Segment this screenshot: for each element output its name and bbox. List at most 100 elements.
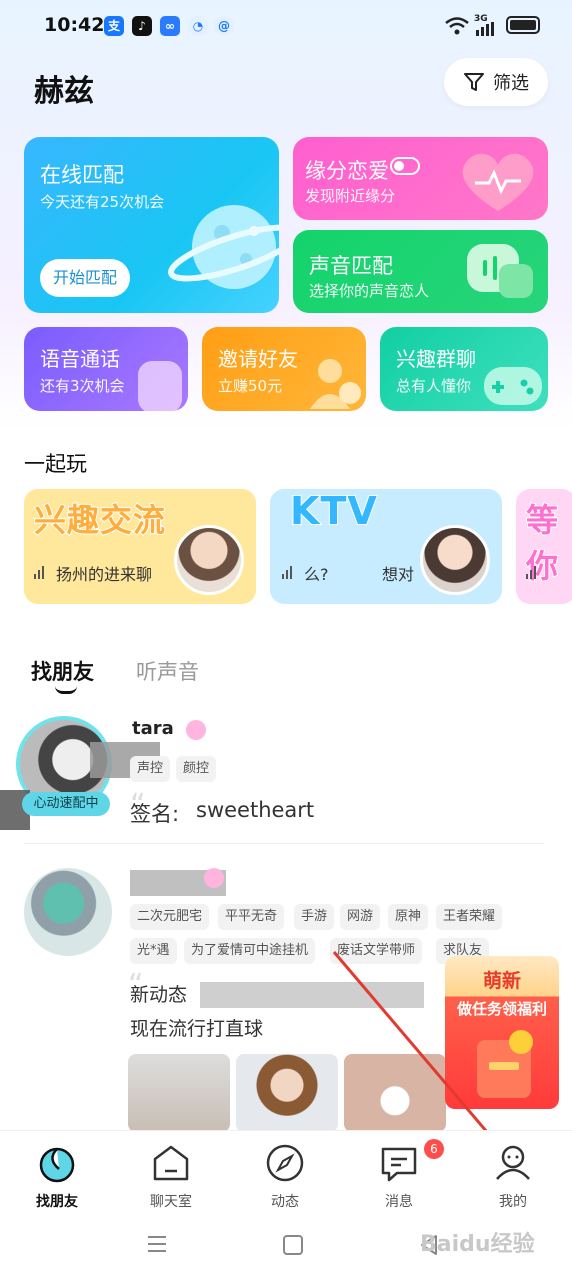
nav-label: 动态: [271, 1194, 299, 1210]
tag-chip: 声控: [130, 756, 171, 782]
alipay-icon: 支: [104, 16, 124, 36]
page-title: 赫兹: [34, 74, 94, 109]
profile-icon: [496, 1145, 530, 1180]
voice-bubble-icon: [467, 244, 533, 298]
tab-indicator: [55, 686, 77, 694]
avatar[interactable]: [24, 868, 112, 956]
avatar: [174, 525, 244, 595]
start-match-button[interactable]: 开始匹配: [40, 259, 130, 297]
online-match-subtitle: 今天还有25次机会: [40, 193, 165, 211]
interest-group-subtitle: 总有人懂你: [396, 377, 472, 395]
online-match-card[interactable]: 在线匹配 今天还有25次机会 开始匹配: [24, 137, 279, 313]
fate-love-subtitle: 发现附近缘分: [305, 187, 396, 205]
room-tag: 兴趣交流: [33, 500, 167, 540]
post-photo[interactable]: [344, 1054, 446, 1132]
invite-card[interactable]: 邀请好友 立赚50元: [202, 327, 366, 411]
voice-call-card[interactable]: 语音通话 还有3次机会: [24, 327, 188, 411]
filter-label: 筛选: [493, 73, 529, 94]
nav-item-chatroom[interactable]: 聊天室: [114, 1131, 228, 1215]
nav-label: 找朋友: [36, 1194, 78, 1210]
avatar: [420, 525, 490, 595]
friends-icon: [310, 359, 361, 409]
room-text: 想对: [382, 565, 415, 584]
tag-chip: 为了爱情可中途挂机: [184, 938, 316, 964]
filter-button[interactable]: 筛选: [444, 58, 548, 106]
nav-item-find-friends[interactable]: 找朋友: [0, 1131, 114, 1215]
quote-icon: “: [130, 788, 146, 823]
promo-banner[interactable]: 萌新 做任务领福利: [445, 956, 559, 1109]
status-bar: 10:42 支 ♪ ∞ ◔ @ 3G: [0, 0, 572, 52]
room-text: 扬州的进来聊: [56, 565, 153, 584]
signal-icon: [476, 22, 494, 36]
post-photo[interactable]: [128, 1054, 230, 1132]
interest-group-title: 兴趣群聊: [396, 347, 476, 371]
invite-subtitle: 立赚50元: [218, 377, 283, 395]
message-count-badge: 6: [424, 1139, 444, 1159]
fate-toggle[interactable]: [390, 157, 420, 175]
voice-match-card[interactable]: 声音匹配 选择你的声音恋人: [293, 230, 548, 313]
wifi-icon: [445, 17, 469, 35]
tag-chip: 光*遇: [130, 938, 177, 964]
home-square-icon[interactable]: [282, 1234, 304, 1256]
interest-group-card[interactable]: 兴趣群聊 总有人懂你: [380, 327, 548, 411]
nav-label: 我的: [499, 1194, 527, 1210]
matching-badge: 心动速配中: [22, 792, 110, 816]
menu-icon[interactable]: [146, 1234, 168, 1254]
invite-title: 邀请好友: [218, 347, 298, 371]
room-card-third[interactable]: 等你: [516, 489, 572, 604]
message-icon: [381, 1147, 417, 1182]
room-card-interest[interactable]: 兴趣交流 扬州的进来聊: [24, 489, 256, 604]
sound-wave-icon: [34, 565, 48, 579]
planet-icon: [168, 205, 279, 289]
room-text: 么?: [304, 565, 329, 584]
fate-love-title: 缘分恋爱: [305, 159, 389, 183]
online-match-title: 在线匹配: [40, 163, 124, 187]
tag-chip: 手游: [294, 904, 335, 930]
home-icon: [153, 1145, 189, 1181]
filter-icon: [464, 73, 484, 91]
signature-text: sweetheart: [196, 798, 315, 822]
mosaic-blur: [200, 982, 424, 1008]
tag-chip: 废话文学带师: [330, 938, 423, 964]
tag-chip: 网游: [340, 904, 381, 930]
tab-listen-voice[interactable]: 听声音: [136, 656, 199, 686]
nav-item-me[interactable]: 我的: [456, 1131, 570, 1215]
nav-label: 聊天室: [150, 1194, 192, 1210]
tag-chip: 王者荣耀: [436, 904, 503, 930]
red-envelope-icon: [477, 1030, 533, 1098]
post-text: 新动态: [130, 984, 188, 1006]
nav-label: 消息: [385, 1194, 413, 1210]
tag-chip: 原神: [388, 904, 429, 930]
gamepad-icon: [484, 367, 542, 405]
section-title-play: 一起玩: [24, 452, 87, 476]
bottom-nav: 找朋友 聊天室 动态 消息 我的: [0, 1130, 572, 1214]
promo-subtitle: 做任务领福利: [456, 1000, 547, 1018]
divider: [24, 843, 544, 844]
heart-icon: [462, 153, 534, 211]
user-card[interactable]: 心动速配中 tara 声控 颜控 签名: sweetheart “: [0, 706, 572, 842]
sound-wave-icon: [282, 565, 296, 579]
sound-wave-icon: [526, 565, 540, 579]
qq-browser-icon: ◔: [188, 16, 208, 36]
tab-find-friends[interactable]: 找朋友: [31, 656, 94, 686]
fate-love-card[interactable]: 缘分恋爱 发现附近缘分: [293, 137, 548, 220]
promo-title: 萌新: [482, 970, 521, 992]
battery-icon: [506, 16, 540, 34]
room-tag: KTV: [289, 489, 378, 534]
room-card-ktv[interactable]: KTV 么? 想对: [270, 489, 502, 604]
gender-icon: [204, 868, 224, 888]
watermark: Baidu经验: [420, 1232, 535, 1257]
voice-call-subtitle: 还有3次机会: [40, 377, 125, 395]
app-notify-icon: ∞: [160, 16, 180, 36]
tag-chip: 颜控: [176, 756, 217, 782]
tag-chip: 二次元肥宅: [130, 904, 210, 930]
nav-item-moments[interactable]: 动态: [228, 1131, 342, 1215]
find-friends-icon: [39, 1147, 75, 1183]
voice-match-title: 声音匹配: [309, 254, 393, 278]
voice-match-subtitle: 选择你的声音恋人: [309, 282, 430, 300]
tiktok-icon: ♪: [132, 16, 152, 36]
post-photo[interactable]: [236, 1054, 338, 1132]
status-time: 10:42: [44, 14, 105, 36]
compass-icon: [266, 1144, 304, 1182]
tag-chip: 平平无奇: [218, 904, 285, 930]
